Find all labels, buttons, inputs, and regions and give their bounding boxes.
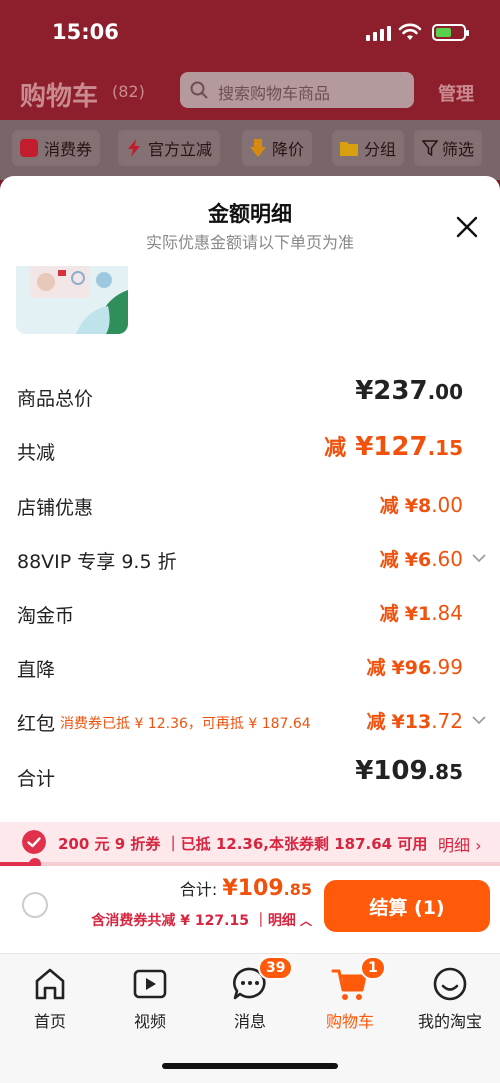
checkout-detail-link[interactable]: 明细 — [268, 913, 296, 929]
status-bar: 15:06 — [0, 0, 500, 64]
status-time: 15:06 — [52, 20, 119, 44]
coupon-banner[interactable]: 200 元 9 折券 ｜已抵 12.36,本张券剩 187.64 可用 明细 › — [0, 822, 500, 862]
filter-chip-group[interactable]: 分组 — [332, 130, 405, 166]
row-total-price: 商品总价 ¥237.00 — [0, 376, 500, 418]
filter-chip-label: 筛选 — [442, 140, 475, 159]
wifi-icon — [398, 23, 422, 40]
folder-icon — [340, 142, 358, 156]
row-direct-reduce: 直降 减 ¥96.99 — [0, 649, 500, 689]
row-shop-discount: 店铺优惠 减 ¥8.00 — [0, 487, 500, 527]
message-badge: 39 — [258, 956, 294, 980]
row-total-reduce: 共减 减 ¥127.15 — [0, 432, 500, 472]
tab-profile[interactable]: 我的淘宝 — [400, 964, 500, 1032]
search-placeholder: 搜索购物车商品 — [218, 84, 331, 103]
row-hongbao[interactable]: 红包 消费券已抵 ¥ 12.36，可再抵 ¥ 187.64 减 ¥13.72 — [0, 703, 500, 743]
hongbao-note: 消费券已抵 ¥ 12.36，可再抵 ¥ 187.64 — [60, 716, 311, 732]
search-input[interactable]: 搜索购物车商品 — [180, 72, 414, 108]
product-thumbnail — [16, 266, 128, 334]
coupon-detail-link[interactable]: 明细 › — [438, 832, 482, 856]
filter-chip-label: 官方立减 — [148, 140, 213, 159]
checkout-bar: 合计: ¥109.85 含消费券共减 ¥ 127.15 ｜明细 ︿ 结算 (1) — [0, 866, 500, 954]
filter-chip-price-drop[interactable]: 降价 — [242, 130, 313, 166]
filter-chip-filter[interactable]: 筛选 — [414, 130, 483, 166]
coupon-icon — [20, 139, 38, 157]
price-drop-icon — [250, 139, 266, 157]
row-taojinbi: 淘金币 减 ¥1.84 — [0, 595, 500, 635]
row-label: 红包 — [17, 713, 56, 735]
signal-icon — [366, 26, 391, 41]
profile-icon — [433, 967, 467, 1001]
select-all-checkbox[interactable] — [22, 892, 48, 918]
row-value: 减 ¥13.72 — [366, 709, 463, 733]
cart-badge: 1 — [360, 956, 386, 980]
filter-chip-label: 消费券 — [44, 140, 93, 159]
filter-chip-label: 分组 — [364, 140, 397, 159]
row-sum: 合计 ¥109.85 — [0, 756, 500, 798]
row-value: 减 ¥8.00 — [379, 493, 463, 517]
chevron-down-icon[interactable] — [472, 553, 486, 563]
home-icon — [35, 968, 65, 1000]
row-value: 减 ¥96.99 — [366, 655, 463, 679]
tab-label: 首页 — [33, 1012, 66, 1031]
close-icon[interactable] — [454, 214, 480, 240]
sheet-subtitle: 实际优惠金额请以下单页为准 — [145, 233, 354, 252]
checkout-total: 合计: ¥109.85 — [179, 876, 312, 901]
row-label: 合计 — [17, 768, 56, 790]
manage-button[interactable]: 管理 — [438, 80, 474, 106]
filter-chip-label: 降价 — [272, 140, 305, 159]
cart-header: 购物车 (82) 搜索购物车商品 管理 — [0, 64, 500, 120]
tab-label: 消息 — [233, 1012, 266, 1031]
search-icon — [190, 81, 208, 99]
row-label: 店铺优惠 — [17, 497, 94, 519]
tab-label: 视频 — [133, 1012, 166, 1031]
row-label: 共减 — [17, 442, 56, 464]
row-value: 减 ¥1.84 — [379, 601, 463, 625]
checkout-button[interactable]: 结算 (1) — [324, 880, 490, 932]
filter-chip-coupon[interactable]: 消费券 — [12, 130, 101, 166]
filter-bar: 消费券 官方立减 降价 分组 筛选 — [0, 120, 500, 180]
row-label: 商品总价 — [17, 388, 94, 410]
row-value: 减 ¥6.60 — [379, 547, 463, 571]
tab-messages[interactable]: 消息 39 — [200, 956, 300, 1032]
coupon-text: 200 元 9 折券 ｜已抵 12.36,本张券剩 187.64 可用 — [58, 835, 428, 853]
tab-label: 我的淘宝 — [417, 1012, 482, 1031]
tab-home[interactable]: 首页 — [0, 964, 100, 1032]
tab-video[interactable]: 视频 — [100, 964, 200, 1032]
cart-title: 购物车 — [20, 82, 99, 112]
bottom-tab-bar: 首页 视频 消息 39 购物车 1 我的淘宝 — [0, 953, 500, 1083]
tab-label: 购物车 — [325, 1012, 374, 1031]
checked-icon[interactable] — [22, 830, 46, 854]
lightning-icon — [128, 139, 140, 157]
home-indicator — [162, 1063, 338, 1069]
row-label: 88VIP 专享 9.5 折 — [17, 551, 177, 573]
row-label: 直降 — [17, 659, 56, 681]
cart-count: (82) — [112, 82, 145, 101]
video-icon — [133, 969, 167, 999]
checkout-reduce[interactable]: 含消费券共减 ¥ 127.15 ｜明细 ︿ — [91, 910, 312, 930]
battery-icon — [432, 24, 469, 41]
amount-detail-sheet: 金额明细 实际优惠金额请以下单页为准 商品总价 ¥237.00 共减 减 ¥12… — [0, 176, 500, 1083]
row-value: ¥237.00 — [355, 376, 463, 406]
sheet-title: 金额明细 — [208, 202, 292, 226]
row-vip-discount[interactable]: 88VIP 专享 9.5 折 减 ¥6.60 — [0, 541, 500, 581]
chevron-down-icon[interactable] — [472, 715, 486, 725]
row-value: 减 ¥127.15 — [324, 432, 463, 462]
tab-cart[interactable]: 购物车 1 — [300, 956, 400, 1032]
filter-icon — [422, 140, 438, 156]
row-value: ¥109.85 — [355, 756, 463, 786]
filter-chip-official-reduce[interactable]: 官方立减 — [118, 130, 221, 166]
row-label: 淘金币 — [17, 605, 75, 627]
